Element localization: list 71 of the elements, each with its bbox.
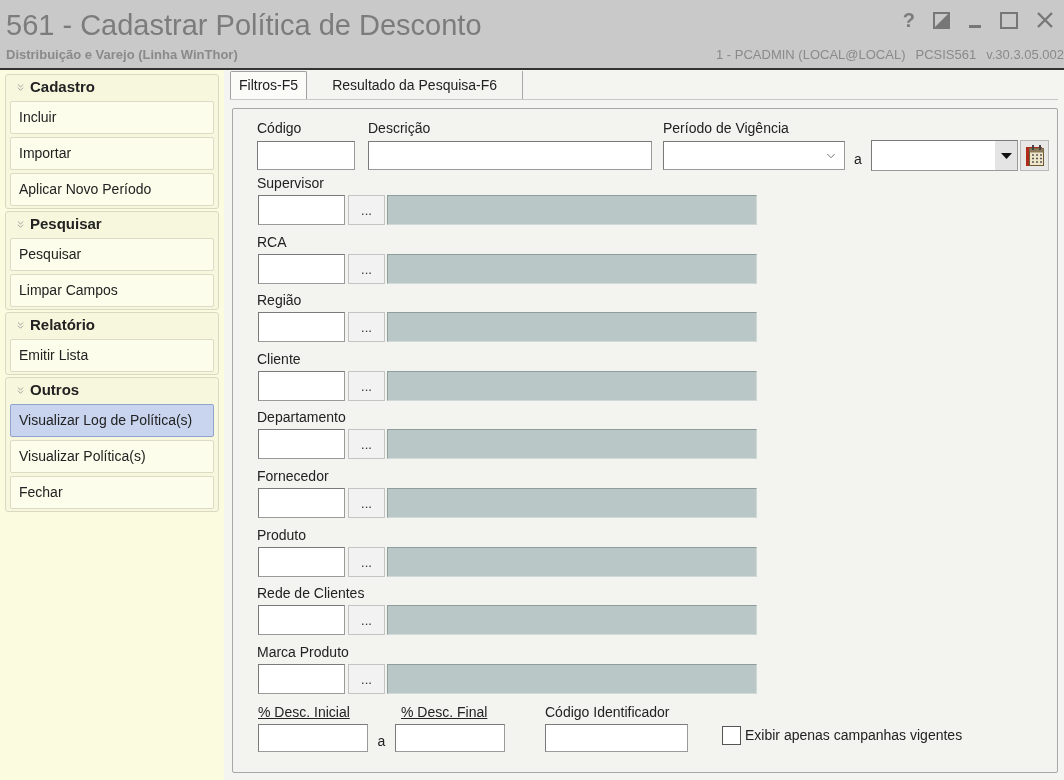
date-dropdown[interactable] [871, 140, 1018, 171]
field-label: Produto [257, 526, 307, 543]
browse-button[interactable]: ... [348, 195, 385, 225]
lookup-code-field[interactable] [258, 546, 345, 577]
field-label: Cliente [257, 350, 301, 367]
discount-to-field[interactable] [395, 724, 505, 753]
lookup-code-field[interactable] [258, 487, 345, 518]
range-separator: a [854, 150, 862, 169]
tab[interactable]: Filtros-F5 [230, 71, 308, 99]
program-code: PCSIS561 [915, 46, 977, 65]
browse-button[interactable]: ... [348, 253, 385, 284]
field-label: Descrição [368, 120, 431, 136]
calendar-button[interactable] [1020, 140, 1049, 171]
sidebar-item[interactable]: Visualizar Política(s) [10, 440, 214, 473]
browse-button[interactable]: ... [348, 312, 385, 343]
field-label: Fornecedor [257, 467, 329, 484]
browse-button[interactable]: ... [348, 546, 385, 577]
field-label: Código [257, 120, 302, 136]
lookup-code-field[interactable] [258, 429, 345, 460]
sidebar-item[interactable]: Limpar Campos [10, 274, 214, 307]
field-label: Período de Vigência [663, 120, 789, 136]
field-label: Supervisor [257, 175, 324, 191]
lookup-code-field[interactable] [258, 312, 345, 343]
caret-down-icon [1000, 152, 1012, 159]
square-diagonal-icon[interactable] [933, 11, 950, 29]
description-field[interactable] [368, 141, 652, 170]
browse-button[interactable]: ... [348, 663, 385, 694]
tab[interactable]: Resultado da Pesquisa-F6 [307, 71, 524, 99]
code-field[interactable] [257, 141, 355, 170]
sidebar-item[interactable]: Aplicar Novo Período [10, 173, 214, 206]
maximize-icon[interactable] [1000, 11, 1018, 29]
lookup-code-field[interactable] [258, 370, 345, 401]
sidebar-item[interactable]: Pesquisar [10, 238, 214, 271]
field-label: % Desc. Inicial [258, 704, 350, 721]
field-label: % Desc. Final [401, 704, 488, 721]
lookup-code-field[interactable] [258, 663, 345, 694]
browse-button[interactable]: ... [348, 429, 385, 460]
sidebar-item[interactable]: Importar [10, 137, 214, 170]
checkbox-label: Exibir apenas campanhas vigentes [745, 725, 963, 745]
window-subtitle: Distribuição e Varejo (Linha WinThor) [6, 46, 238, 65]
field-label: Departamento [257, 409, 346, 426]
group-title: Outros [30, 379, 80, 400]
sidebar-item[interactable]: Emitir Lista [10, 339, 214, 372]
sidebar-item[interactable]: Fechar [10, 476, 214, 509]
group-title: Relatório [30, 314, 95, 335]
field-label: Rede de Clientes [257, 585, 365, 602]
lookup-code-field[interactable] [258, 195, 345, 225]
field-label: RCA [257, 233, 287, 250]
field-label: Região [257, 292, 302, 309]
dropdown-button[interactable] [995, 141, 1017, 170]
lookup-code-field[interactable] [258, 605, 345, 636]
group-title: Cadastro [30, 76, 96, 97]
browse-button[interactable]: ... [348, 487, 385, 518]
session-label: 1 - PCADMIN (LOCAL@LOCAL) [716, 46, 906, 65]
field-label: Código Identificador [545, 704, 670, 721]
discount-from-field[interactable] [258, 724, 368, 753]
identifier-field[interactable] [545, 724, 688, 753]
browse-button[interactable]: ... [348, 370, 385, 401]
version-label: v.30.3.05.002 [986, 46, 1064, 65]
window-title: 561 - Cadastrar Política de Desconto [6, 9, 482, 41]
date-dropdown[interactable] [663, 141, 845, 170]
close-icon[interactable] [1036, 11, 1054, 29]
browse-button[interactable]: ... [348, 605, 385, 636]
calendar-icon [1024, 144, 1045, 167]
checkbox[interactable] [722, 725, 741, 745]
range-separator: a [377, 732, 386, 752]
lookup-code-field[interactable] [258, 253, 345, 284]
group-title: Pesquisar [30, 213, 102, 234]
sidebar-item[interactable]: Incluir [10, 101, 214, 134]
field-label: Marca Produto [257, 643, 349, 660]
sidebar-item[interactable]: Visualizar Log de Política(s) [10, 404, 214, 437]
